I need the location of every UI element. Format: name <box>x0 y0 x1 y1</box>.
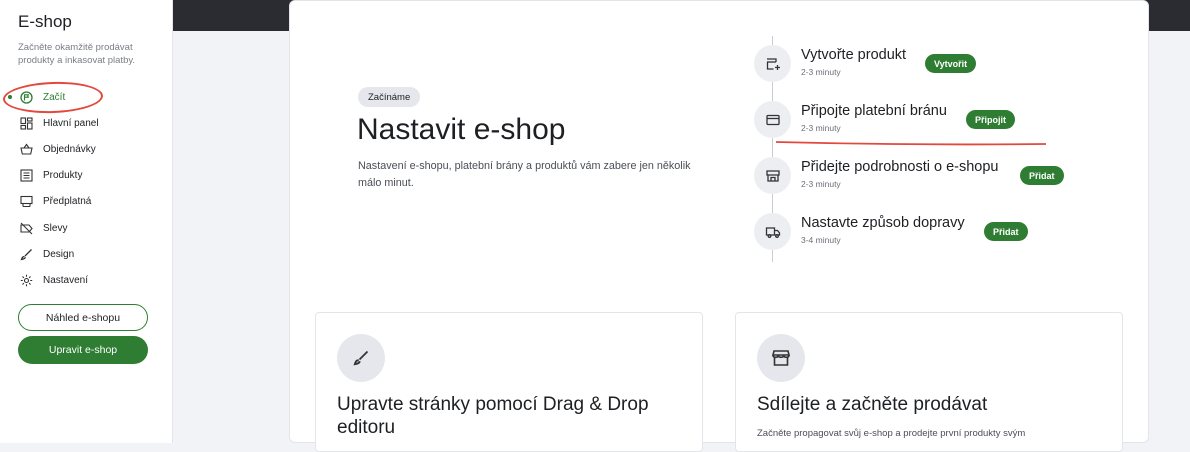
card-editor[interactable]: Upravte stránky pomocí Drag & Drop edito… <box>315 312 703 452</box>
brush-icon <box>337 334 385 382</box>
step-connect-payment: Připojte platební bránu 2-3 minuty Připo… <box>754 101 1154 141</box>
brush-icon <box>20 248 33 261</box>
basket-icon <box>20 143 33 156</box>
step-shipping: Nastavte způsob dopravy 3-4 minuty Přida… <box>754 213 1154 253</box>
card-description: Začněte propagovat svůj e-shop a prodejt… <box>757 428 1026 439</box>
storefront-icon <box>757 334 805 382</box>
step-duration: 2-3 minuty <box>801 179 841 189</box>
sidebar-item-label: Design <box>43 248 75 260</box>
sidebar-item-label: Produkty <box>43 170 83 182</box>
page-description: Nastavení e-shopu, platební brány a prod… <box>358 160 691 189</box>
step-title: Vytvořte produkt <box>801 47 907 63</box>
sidebar-item-label: Slevy <box>43 222 68 234</box>
dashboard-icon <box>20 117 33 130</box>
add-shipping-button[interactable]: Přidat <box>984 222 1028 241</box>
step-title: Připojte platební bránu <box>801 103 947 119</box>
gear-icon <box>20 274 33 287</box>
preview-eshop-button[interactable]: Náhled e-shopu <box>18 304 148 331</box>
add-details-button[interactable]: Přidat <box>1020 166 1064 185</box>
sidebar-item-design[interactable]: Design <box>0 241 173 267</box>
card-title: Sdílejte a začněte prodávat <box>757 394 988 415</box>
step-duration: 2-3 minuty <box>801 123 841 133</box>
sidebar-item-predplatna[interactable]: Předplatná <box>0 189 173 215</box>
subscription-icon <box>20 195 33 208</box>
app-title: E-shop <box>18 12 72 31</box>
sidebar-item-slevy[interactable]: Slevy <box>0 215 173 241</box>
step-title: Nastavte způsob dopravy <box>801 215 965 231</box>
edit-eshop-button[interactable]: Upravit e-shop <box>18 336 148 364</box>
step-add-details: Přidejte podrobnosti o e-shopu 2-3 minut… <box>754 157 1154 197</box>
truck-icon <box>754 213 791 250</box>
sidebar-item-hlavni-panel[interactable]: Hlavní panel <box>0 110 173 136</box>
sidebar-item-nastaveni[interactable]: Nastavení <box>0 267 173 293</box>
list-icon <box>20 169 33 182</box>
discount-icon <box>20 222 33 235</box>
connect-button[interactable]: Připojit <box>966 110 1015 129</box>
sidebar-item-label: Objednávky <box>43 143 96 155</box>
step-create-product: Vytvořte produkt 2-3 minuty Vytvořit <box>754 45 1154 85</box>
step-title: Přidejte podrobnosti o e-shopu <box>801 159 999 175</box>
sidebar-item-label: Hlavní panel <box>43 117 99 129</box>
sidebar-nav: Začít Hlavní panel Objednávky Produkty P… <box>0 84 173 294</box>
step-duration: 2-3 minuty <box>801 67 841 77</box>
sidebar-item-objednavky[interactable]: Objednávky <box>0 136 173 162</box>
sidebar-item-produkty[interactable]: Produkty <box>0 163 173 189</box>
annotation-underline <box>776 141 1046 146</box>
step-duration: 3-4 minuty <box>801 235 841 245</box>
getting-started-chip: Začínáme <box>358 87 421 107</box>
store-icon <box>754 157 791 194</box>
sidebar-item-label: Nastavení <box>43 274 89 286</box>
create-button[interactable]: Vytvořit <box>925 54 977 73</box>
sidebar-item-label: Předplatná <box>43 196 92 208</box>
card-icon <box>754 101 791 138</box>
page-title: Nastavit e-shop <box>357 113 566 146</box>
app-subtitle: Začněte okamžitě prodávat produkty a ink… <box>18 42 136 66</box>
card-share[interactable]: Sdílejte a začněte prodávat Začněte prop… <box>735 312 1123 452</box>
card-title: Upravte stránky pomocí Drag & Drop edito… <box>337 394 649 438</box>
sidebar: E-shop Začněte okamžitě prodávat produkt… <box>0 0 173 443</box>
product-add-icon <box>754 45 791 82</box>
